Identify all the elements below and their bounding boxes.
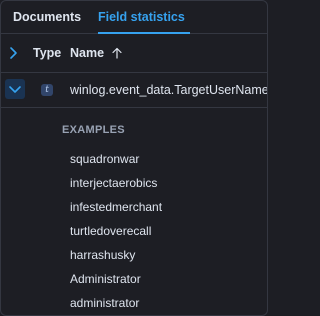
example-value: administrator [70,296,140,310]
examples-heading: EXAMPLES [62,124,125,136]
field-statistics-panel: Documents Field statistics Type Name t w… [0,0,268,316]
tab-bar: Documents Field statistics [1,1,267,34]
table-row: t winlog.event_data.TargetUserName [1,73,267,108]
tab-field-statistics[interactable]: Field statistics [98,1,185,33]
example-value: squadronwar [70,152,140,166]
table-header: Type Name [1,34,267,73]
example-value: Administrator [70,272,141,286]
tab-documents[interactable]: Documents [13,1,81,33]
example-value: harrashusky [70,248,136,262]
example-value: infestedmerchant [70,200,163,214]
column-header-type: Type [33,46,62,60]
string-type-icon: t [41,84,53,96]
column-header-name[interactable]: Name [70,34,104,72]
chevron-right-icon[interactable] [4,44,22,62]
example-value: interjectaerobics [70,176,158,190]
field-name: winlog.event_data.TargetUserName [70,83,268,97]
example-value: turtledoverecall [70,224,152,238]
sort-ascending-icon[interactable] [110,46,124,60]
chevron-down-icon[interactable] [5,79,25,99]
